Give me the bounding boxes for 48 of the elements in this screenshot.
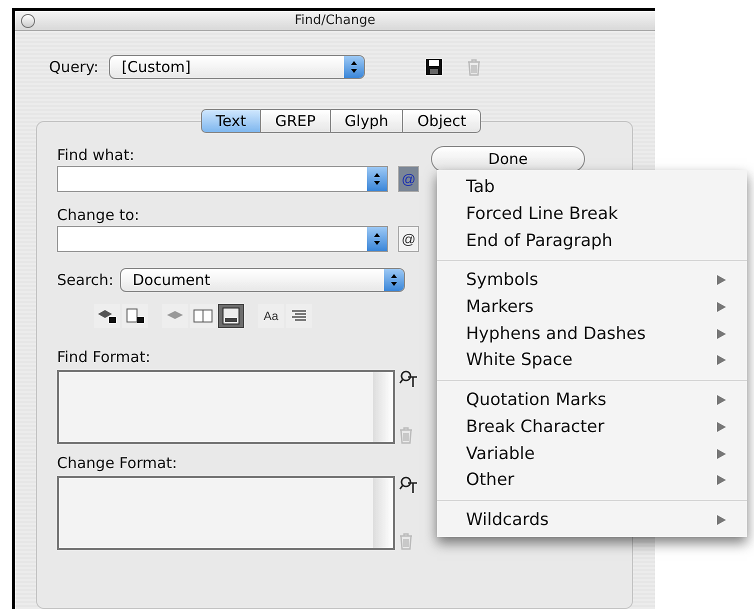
search-option-button[interactable] (122, 304, 148, 328)
menu-item[interactable]: Tab (437, 174, 747, 201)
query-dropdown[interactable]: [Custom] (108, 55, 365, 79)
layers-lock-icon (97, 308, 117, 324)
case-sensitive-button[interactable]: Aa (258, 304, 284, 328)
search-option-button[interactable] (94, 304, 120, 328)
menu-item[interactable]: End of Paragraph (437, 227, 747, 254)
window-title: Find/Change (294, 13, 376, 28)
change-to-field[interactable] (57, 226, 388, 252)
stepper-icon (367, 167, 388, 191)
menu-item[interactable]: Other (437, 466, 747, 494)
special-characters-button[interactable]: @ (398, 226, 419, 252)
tab[interactable]: GREP (261, 109, 331, 133)
format-icon[interactable] (399, 476, 419, 494)
close-button[interactable] (21, 14, 35, 28)
stepper-icon (344, 56, 364, 78)
tab[interactable]: Text (200, 109, 262, 133)
format-icon[interactable] (399, 370, 419, 388)
search-label: Search: (57, 271, 114, 289)
book-icon (193, 308, 213, 324)
menu-item[interactable]: Wildcards (437, 506, 747, 534)
menu-item[interactable]: White Space (437, 347, 747, 374)
done-button[interactable]: Done (431, 146, 585, 172)
query-label: Query: (49, 58, 99, 76)
find-what-label: Find what: (57, 146, 136, 164)
menu-item[interactable]: Markers (437, 294, 747, 320)
find-format-label: Find Format: (57, 348, 152, 366)
stepper-icon (367, 227, 388, 251)
search-option-button[interactable] (218, 304, 244, 328)
menu-item[interactable]: Variable (437, 440, 747, 467)
tab[interactable]: Glyph (330, 109, 404, 133)
page-icon (222, 307, 240, 325)
change-to-label: Change to: (57, 206, 140, 224)
menu-item[interactable]: Quotation Marks (437, 386, 747, 414)
menu-item[interactable]: Break Character (437, 414, 747, 440)
page-lock-icon (125, 308, 145, 324)
lines-icon (291, 309, 307, 323)
search-option-button[interactable] (286, 304, 312, 328)
search-dropdown[interactable]: Document (120, 268, 405, 292)
stepper-icon (384, 269, 404, 291)
menu-item[interactable]: Hyphens and Dashes (437, 320, 747, 348)
find-what-field[interactable] (57, 166, 388, 192)
save-icon[interactable] (424, 58, 443, 76)
search-option-button[interactable] (190, 304, 216, 328)
menu-item[interactable]: Symbols (437, 267, 747, 294)
tab[interactable]: Object (403, 109, 482, 133)
menu-item[interactable]: Forced Line Break (437, 200, 747, 228)
change-format-label: Change Format: (57, 454, 178, 472)
